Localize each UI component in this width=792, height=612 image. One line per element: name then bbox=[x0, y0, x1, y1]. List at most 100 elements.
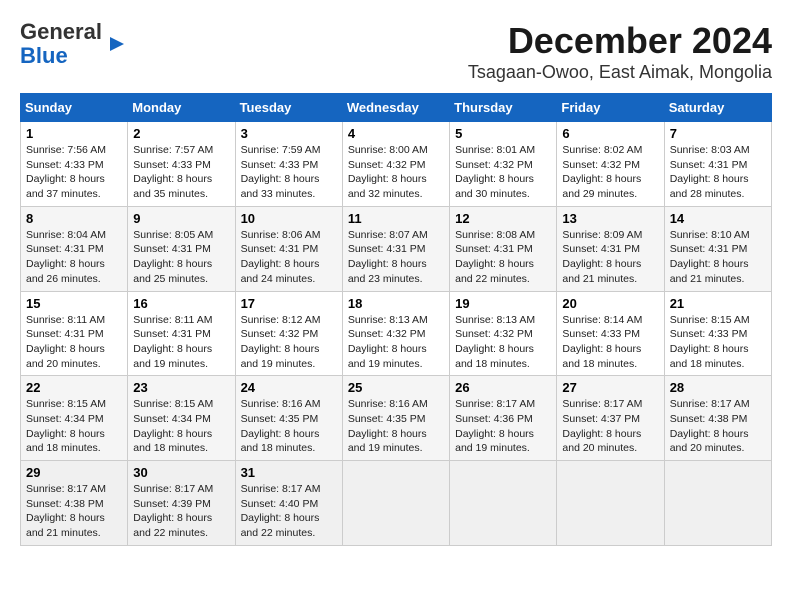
day-info: Sunrise: 8:00 AM Sunset: 4:32 PM Dayligh… bbox=[348, 143, 444, 202]
day-info: Sunrise: 8:13 AM Sunset: 4:32 PM Dayligh… bbox=[348, 313, 444, 372]
day-number: 2 bbox=[133, 126, 229, 141]
day-number: 11 bbox=[348, 211, 444, 226]
calendar-cell: 29Sunrise: 8:17 AM Sunset: 4:38 PM Dayli… bbox=[21, 461, 128, 546]
calendar-cell: 7Sunrise: 8:03 AM Sunset: 4:31 PM Daylig… bbox=[664, 122, 771, 207]
day-info: Sunrise: 8:15 AM Sunset: 4:33 PM Dayligh… bbox=[670, 313, 766, 372]
day-info: Sunrise: 8:09 AM Sunset: 4:31 PM Dayligh… bbox=[562, 228, 658, 287]
day-info: Sunrise: 8:17 AM Sunset: 4:39 PM Dayligh… bbox=[133, 482, 229, 541]
logo-arrow-icon bbox=[106, 33, 128, 55]
column-header-tuesday: Tuesday bbox=[235, 94, 342, 122]
day-info: Sunrise: 8:08 AM Sunset: 4:31 PM Dayligh… bbox=[455, 228, 551, 287]
calendar-cell: 6 Sunrise: 8:02 AM Sunset: 4:32 PM Daylig… bbox=[557, 122, 664, 207]
day-number: 1 bbox=[26, 126, 122, 141]
logo-general: General bbox=[20, 19, 102, 44]
calendar-cell: 28 Sunrise: 8:17 AM Sunset: 4:38 PM Dayli… bbox=[664, 376, 771, 461]
day-info: Sunrise: 8:17 AM Sunset: 4:37 PM Dayligh… bbox=[562, 397, 658, 456]
day-number: 14 bbox=[670, 211, 766, 226]
calendar-cell: 20Sunrise: 8:14 AM Sunset: 4:33 PM Dayli… bbox=[557, 291, 664, 376]
day-info: Sunrise: 8:11 AM Sunset: 4:31 PM Dayligh… bbox=[133, 313, 229, 372]
day-info: Sunrise: 8:16 AM Sunset: 4:35 PM Dayligh… bbox=[241, 397, 337, 456]
logo: General Blue bbox=[20, 20, 128, 68]
day-number: 4 bbox=[348, 126, 444, 141]
calendar-cell: 5Sunrise: 8:01 AM Sunset: 4:32 PM Daylig… bbox=[450, 122, 557, 207]
day-number: 17 bbox=[241, 296, 337, 311]
calendar-cell: 10 Sunrise: 8:06 AM Sunset: 4:31 PM Dayli… bbox=[235, 206, 342, 291]
day-number: 26 bbox=[455, 380, 551, 395]
calendar-cell: 16 Sunrise: 8:11 AM Sunset: 4:31 PM Dayli… bbox=[128, 291, 235, 376]
day-info: Sunrise: 8:15 AM Sunset: 4:34 PM Dayligh… bbox=[26, 397, 122, 456]
day-number: 20 bbox=[562, 296, 658, 311]
day-info: Sunrise: 7:59 AM Sunset: 4:33 PM Dayligh… bbox=[241, 143, 337, 202]
page-header: General Blue December 2024 Tsagaan-Owoo,… bbox=[20, 20, 772, 83]
day-number: 28 bbox=[670, 380, 766, 395]
calendar-cell: 11Sunrise: 8:07 AM Sunset: 4:31 PM Dayli… bbox=[342, 206, 449, 291]
day-number: 29 bbox=[26, 465, 122, 480]
day-number: 16 bbox=[133, 296, 229, 311]
day-number: 7 bbox=[670, 126, 766, 141]
day-info: Sunrise: 8:10 AM Sunset: 4:31 PM Dayligh… bbox=[670, 228, 766, 287]
calendar-cell: 25 Sunrise: 8:16 AM Sunset: 4:35 PM Dayli… bbox=[342, 376, 449, 461]
day-number: 27 bbox=[562, 380, 658, 395]
day-number: 18 bbox=[348, 296, 444, 311]
day-number: 25 bbox=[348, 380, 444, 395]
calendar-week-row: 8 Sunrise: 8:04 AM Sunset: 4:31 PM Daylig… bbox=[21, 206, 772, 291]
day-info: Sunrise: 7:57 AM Sunset: 4:33 PM Dayligh… bbox=[133, 143, 229, 202]
calendar-cell: 1 Sunrise: 7:56 AM Sunset: 4:33 PM Daylig… bbox=[21, 122, 128, 207]
calendar-header-row: SundayMondayTuesdayWednesdayThursdayFrid… bbox=[21, 94, 772, 122]
day-info: Sunrise: 8:12 AM Sunset: 4:32 PM Dayligh… bbox=[241, 313, 337, 372]
column-header-friday: Friday bbox=[557, 94, 664, 122]
calendar-cell: 13 Sunrise: 8:09 AM Sunset: 4:31 PM Dayli… bbox=[557, 206, 664, 291]
calendar-cell: 4 Sunrise: 8:00 AM Sunset: 4:32 PM Daylig… bbox=[342, 122, 449, 207]
calendar-cell: 22 Sunrise: 8:15 AM Sunset: 4:34 PM Dayli… bbox=[21, 376, 128, 461]
day-number: 15 bbox=[26, 296, 122, 311]
calendar-cell: 8 Sunrise: 8:04 AM Sunset: 4:31 PM Daylig… bbox=[21, 206, 128, 291]
calendar-cell bbox=[557, 461, 664, 546]
calendar-week-row: 1 Sunrise: 7:56 AM Sunset: 4:33 PM Daylig… bbox=[21, 122, 772, 207]
day-info: Sunrise: 7:56 AM Sunset: 4:33 PM Dayligh… bbox=[26, 143, 122, 202]
calendar-cell: 24 Sunrise: 8:16 AM Sunset: 4:35 PM Dayli… bbox=[235, 376, 342, 461]
logo-blue: Blue bbox=[20, 44, 102, 68]
day-number: 24 bbox=[241, 380, 337, 395]
day-number: 6 bbox=[562, 126, 658, 141]
day-info: Sunrise: 8:17 AM Sunset: 4:40 PM Dayligh… bbox=[241, 482, 337, 541]
month-title: December 2024 bbox=[468, 20, 772, 62]
calendar-cell: 14 Sunrise: 8:10 AM Sunset: 4:31 PM Dayli… bbox=[664, 206, 771, 291]
day-number: 22 bbox=[26, 380, 122, 395]
day-number: 8 bbox=[26, 211, 122, 226]
day-info: Sunrise: 8:16 AM Sunset: 4:35 PM Dayligh… bbox=[348, 397, 444, 456]
day-number: 10 bbox=[241, 211, 337, 226]
day-info: Sunrise: 8:17 AM Sunset: 4:36 PM Dayligh… bbox=[455, 397, 551, 456]
calendar-cell bbox=[450, 461, 557, 546]
day-info: Sunrise: 8:13 AM Sunset: 4:32 PM Dayligh… bbox=[455, 313, 551, 372]
calendar-cell: 17 Sunrise: 8:12 AM Sunset: 4:32 PM Dayli… bbox=[235, 291, 342, 376]
calendar-cell: 26 Sunrise: 8:17 AM Sunset: 4:36 PM Dayli… bbox=[450, 376, 557, 461]
calendar-cell: 19Sunrise: 8:13 AM Sunset: 4:32 PM Dayli… bbox=[450, 291, 557, 376]
day-number: 13 bbox=[562, 211, 658, 226]
calendar-cell bbox=[664, 461, 771, 546]
day-info: Sunrise: 8:11 AM Sunset: 4:31 PM Dayligh… bbox=[26, 313, 122, 372]
day-number: 9 bbox=[133, 211, 229, 226]
calendar-cell: 12 Sunrise: 8:08 AM Sunset: 4:31 PM Dayli… bbox=[450, 206, 557, 291]
calendar-cell: 18 Sunrise: 8:13 AM Sunset: 4:32 PM Dayli… bbox=[342, 291, 449, 376]
day-info: Sunrise: 8:17 AM Sunset: 4:38 PM Dayligh… bbox=[670, 397, 766, 456]
calendar-week-row: 15 Sunrise: 8:11 AM Sunset: 4:31 PM Dayli… bbox=[21, 291, 772, 376]
day-info: Sunrise: 8:01 AM Sunset: 4:32 PM Dayligh… bbox=[455, 143, 551, 202]
day-info: Sunrise: 8:05 AM Sunset: 4:31 PM Dayligh… bbox=[133, 228, 229, 287]
column-header-thursday: Thursday bbox=[450, 94, 557, 122]
day-number: 23 bbox=[133, 380, 229, 395]
day-number: 3 bbox=[241, 126, 337, 141]
day-number: 12 bbox=[455, 211, 551, 226]
column-header-saturday: Saturday bbox=[664, 94, 771, 122]
calendar-week-row: 22 Sunrise: 8:15 AM Sunset: 4:34 PM Dayli… bbox=[21, 376, 772, 461]
day-info: Sunrise: 8:06 AM Sunset: 4:31 PM Dayligh… bbox=[241, 228, 337, 287]
calendar-cell: 31 Sunrise: 8:17 AM Sunset: 4:40 PM Dayli… bbox=[235, 461, 342, 546]
calendar-cell: 9 Sunrise: 8:05 AM Sunset: 4:31 PM Daylig… bbox=[128, 206, 235, 291]
day-info: Sunrise: 8:04 AM Sunset: 4:31 PM Dayligh… bbox=[26, 228, 122, 287]
day-number: 31 bbox=[241, 465, 337, 480]
calendar-week-row: 29Sunrise: 8:17 AM Sunset: 4:38 PM Dayli… bbox=[21, 461, 772, 546]
calendar-cell: 21Sunrise: 8:15 AM Sunset: 4:33 PM Dayli… bbox=[664, 291, 771, 376]
calendar-cell: 23Sunrise: 8:15 AM Sunset: 4:34 PM Dayli… bbox=[128, 376, 235, 461]
day-info: Sunrise: 8:02 AM Sunset: 4:32 PM Dayligh… bbox=[562, 143, 658, 202]
calendar-cell bbox=[342, 461, 449, 546]
calendar-cell: 30Sunrise: 8:17 AM Sunset: 4:39 PM Dayli… bbox=[128, 461, 235, 546]
